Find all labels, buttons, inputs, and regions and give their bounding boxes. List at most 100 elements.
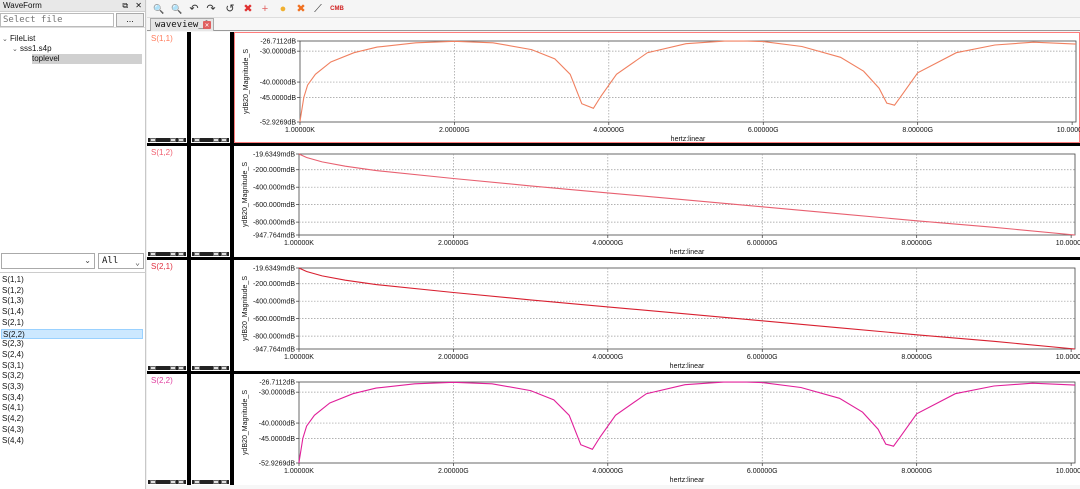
x-tick-label: 4.00000G xyxy=(592,240,623,247)
scrollbar[interactable] xyxy=(148,480,186,484)
signal-label[interactable]: S(1,1) xyxy=(151,34,173,43)
plot-area[interactable]: -19.6349mdB -200.000mdB -400.000mdB -600.00… xyxy=(234,260,1080,371)
x-tick-label: 2.00000G xyxy=(438,240,469,247)
signal-item[interactable]: S(1,2) xyxy=(1,286,143,296)
x-tick-label: 10.0000G xyxy=(1056,240,1080,247)
x-tick-label: 6.00000G xyxy=(747,468,778,475)
delete-icon[interactable]: ✖ xyxy=(241,2,255,16)
x-tick-label: 10.0000G xyxy=(1056,354,1080,361)
y-tick-label: -800.000mdB xyxy=(253,220,295,227)
plot-area[interactable]: -19.6349mdB -200.000mdB -400.000mdB -600.00… xyxy=(234,146,1080,257)
signal-item[interactable]: S(4,3) xyxy=(1,425,143,435)
expand-chevron-icon[interactable]: ⌄ xyxy=(2,35,10,45)
signal-item[interactable]: S(4,4) xyxy=(1,436,143,446)
scrollbar[interactable] xyxy=(148,366,186,370)
x-tick-label: 10.0000G xyxy=(1056,468,1080,475)
x-tick-label: 2.00000G xyxy=(438,354,469,361)
measure-icon[interactable]: ⟋ xyxy=(311,2,325,16)
expand-chevron-icon[interactable]: ⌄ xyxy=(12,45,20,55)
tab-waveview[interactable]: waveview_0 ✕ xyxy=(150,18,214,31)
signal-item[interactable]: S(3,1) xyxy=(1,361,143,371)
column-divider[interactable] xyxy=(187,374,191,485)
tree-item-filelist[interactable]: ⌄ FileList xyxy=(2,34,35,44)
scope-dropdown[interactable]: All ⌄ xyxy=(98,253,144,269)
x-tick-label: 8.00000G xyxy=(901,240,932,247)
float-icon[interactable]: ⧉ xyxy=(122,1,128,10)
x-tick-label: 4.00000G xyxy=(593,127,624,134)
scrollbar[interactable] xyxy=(192,252,229,256)
x-tick-label: 1.00000K xyxy=(284,468,314,475)
plot-frame xyxy=(298,153,1076,236)
y-tick-label: -30.0000dB xyxy=(260,49,297,56)
marker-icon[interactable]: ● xyxy=(276,2,290,16)
plot-area[interactable]: -26.7112dB -30.0000dB -40.0000dB -45.0000dB… xyxy=(234,32,1080,143)
y-tick-label: -52.9269dB xyxy=(259,461,296,468)
signal-item[interactable]: S(2,4) xyxy=(1,350,143,360)
column-divider[interactable] xyxy=(187,260,191,371)
signal-label[interactable]: S(2,2) xyxy=(151,376,173,385)
undo-icon[interactable]: ↶ xyxy=(187,2,201,16)
browse-button[interactable]: ... xyxy=(116,13,144,27)
redo-icon[interactable]: ↷ xyxy=(204,2,218,16)
signal-label[interactable]: S(1,2) xyxy=(151,148,173,157)
waveform-panel-11: S(1,1) -26.7112dB -30.0000dB -40.0000dB -45.… xyxy=(147,32,1080,143)
select-file-input[interactable] xyxy=(0,13,114,27)
signal-item[interactable]: S(4,1) xyxy=(1,403,143,413)
x-tick-label: 6.00000G xyxy=(747,240,778,247)
signal-item[interactable]: S(2,3) xyxy=(1,339,143,349)
x-axis-label: hertz:linear xyxy=(670,249,705,256)
scrollbar[interactable] xyxy=(148,252,186,256)
y-tick-label: -19.6349mdB xyxy=(253,266,295,273)
signal-item[interactable]: S(1,4) xyxy=(1,307,143,317)
waveform-chart[interactable]: -26.7112dB -30.0000dB -40.0000dB -45.0000dB… xyxy=(235,33,1080,144)
tab-close-icon[interactable]: ✕ xyxy=(203,21,211,29)
tree-item-toplevel[interactable]: toplevel xyxy=(32,54,60,64)
y-tick-label: -19.6349mdB xyxy=(253,152,295,159)
y-tick-label: -30.0000dB xyxy=(259,390,296,397)
y-tick-label: -26.7112dB xyxy=(260,39,296,46)
waveform-chart[interactable]: -19.6349mdB -200.000mdB -400.000mdB -600.00… xyxy=(234,146,1080,257)
signal-item[interactable]: S(3,3) xyxy=(1,382,143,392)
x-tick-label: 1.00000K xyxy=(284,354,314,361)
column-divider[interactable] xyxy=(187,32,191,143)
scrollbar[interactable] xyxy=(192,480,229,484)
scrollbar[interactable] xyxy=(148,138,186,142)
signal-label[interactable]: S(2,1) xyxy=(151,262,173,271)
scrollbar[interactable] xyxy=(192,366,229,370)
waveform-panel-12: S(1,2) -19.6349mdB -200.000mdB -400.000mdB -… xyxy=(147,146,1080,257)
x-tick-label: 6.00000G xyxy=(748,127,779,134)
tab-bar: waveview_0 ✕ xyxy=(147,18,1080,31)
plot-stack: S(1,1) -26.7112dB -30.0000dB -40.0000dB -45.… xyxy=(147,32,1080,489)
plot-area[interactable]: -26.7112dB -30.0000dB -40.0000dB -45.0000dB… xyxy=(234,374,1080,485)
stop-icon[interactable]: ✖ xyxy=(294,2,308,16)
signal-item[interactable]: S(2,2) xyxy=(1,328,143,339)
cmb-icon[interactable]: CMB xyxy=(327,2,347,16)
close-icon[interactable]: ✕ xyxy=(135,1,142,10)
signal-item[interactable]: S(3,2) xyxy=(1,371,143,381)
signal-item[interactable]: S(2,1) xyxy=(1,318,143,328)
signal-filter-bar: ⌄ All ⌄ xyxy=(0,252,146,271)
waveform-panel: WaveForm ⧉ ✕ ... ⌄FileList⌄sss1.s4ptople… xyxy=(0,0,146,489)
x-tick-label: 8.00000G xyxy=(901,468,932,475)
signal-item[interactable]: S(1,3) xyxy=(1,296,143,306)
reset-icon[interactable]: ↺ xyxy=(223,2,237,16)
zoom-in-icon[interactable]: 🔍 xyxy=(152,2,166,16)
signal-item[interactable]: S(3,4) xyxy=(1,393,143,403)
cursor-add-icon[interactable]: + xyxy=(258,2,272,16)
waveform-chart[interactable]: -26.7112dB -30.0000dB -40.0000dB -45.0000dB… xyxy=(234,374,1080,485)
zoom-out-icon[interactable]: 🔍 xyxy=(170,2,184,16)
plot-frame xyxy=(299,40,1077,123)
signal-item[interactable]: S(4,2) xyxy=(1,414,143,424)
column-divider[interactable] xyxy=(187,146,191,257)
waveform-chart[interactable]: -19.6349mdB -200.000mdB -400.000mdB -600.00… xyxy=(234,260,1080,371)
x-tick-label: 8.00000G xyxy=(901,354,932,361)
x-tick-label: 1.00000K xyxy=(285,127,315,134)
y-tick-label: -800.000mdB xyxy=(253,334,295,341)
scrollbar[interactable] xyxy=(192,138,229,142)
tree-item-sss1-s4p[interactable]: ⌄ sss1.s4p xyxy=(12,44,52,54)
x-tick-label: 1.00000K xyxy=(284,240,314,247)
file-select-row: ... xyxy=(0,12,145,28)
y-tick-label: -600.000mdB xyxy=(253,316,295,323)
signal-item[interactable]: S(1,1) xyxy=(1,275,143,285)
filter-dropdown[interactable]: ⌄ xyxy=(1,253,95,269)
